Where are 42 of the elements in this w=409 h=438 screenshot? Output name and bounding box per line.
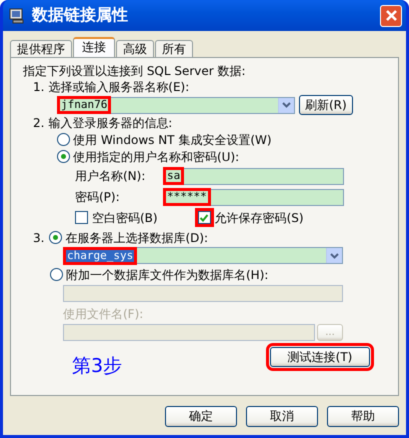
checkbox-label: 空白密码(B) <box>92 210 158 226</box>
refresh-button[interactable]: 刷新(R) <box>299 95 353 115</box>
field-value: sa <box>165 169 182 183</box>
dialog-button[interactable]: 帮助 <box>327 406 399 427</box>
database-value: charge_sys <box>65 248 136 262</box>
step-label: 1. 选择或输入服务器名称(E): <box>33 79 190 95</box>
field-label: 密码(P): <box>75 189 121 205</box>
input-field[interactable]: sa <box>163 168 344 184</box>
tab[interactable]: 高级 <box>116 40 154 57</box>
radio-label: 在服务器上选择数据库(D): <box>65 230 208 246</box>
computer-icon <box>8 6 26 24</box>
radio-button[interactable] <box>57 133 70 146</box>
checkbox[interactable] <box>198 211 211 224</box>
close-icon <box>384 9 398 22</box>
input-field[interactable] <box>63 324 315 341</box>
dialog-button[interactable]: 取消 <box>246 406 318 427</box>
input-field[interactable]: ****** <box>163 188 344 206</box>
field-value: ****** <box>165 190 209 204</box>
field-label: 使用文件名(F): <box>63 306 144 322</box>
step-label: 2. 输入登录服务器的信息: <box>33 115 174 131</box>
dialog-button[interactable]: 确定 <box>165 406 237 427</box>
radio-label: 附加一个数据库文件作为数据库名(H): <box>66 266 268 282</box>
radio-label: 使用 Windows NT 集成安全设置(W) <box>73 132 272 148</box>
radio-button[interactable] <box>57 150 70 163</box>
server-combobox[interactable]: jfnan76 <box>57 96 295 114</box>
field-label: 用户名称(N): <box>75 168 146 184</box>
dropdown-button[interactable] <box>278 98 294 112</box>
intro-text: 指定下列设置以连接到 SQL Server 数据: <box>23 63 247 79</box>
annotation-text: 第3步 <box>72 355 122 377</box>
chevron-icon <box>330 252 339 258</box>
close-button[interactable] <box>380 4 402 26</box>
radio-label: 使用指定的用户名称和密码(U): <box>73 148 240 164</box>
window-title: 数据链接属性 <box>32 5 129 26</box>
server-value: jfnan76 <box>59 98 110 112</box>
checkbox[interactable] <box>75 211 88 224</box>
dropdown-button[interactable] <box>326 248 342 263</box>
tab[interactable]: 所有 <box>155 40 193 57</box>
tab[interactable]: 提供程序 <box>10 40 72 57</box>
tab[interactable]: 连接 <box>73 37 115 57</box>
chevron-icon <box>282 102 291 108</box>
step-number: 3. <box>33 230 44 246</box>
checkbox-label: 允许保存密码(S) <box>214 210 304 226</box>
